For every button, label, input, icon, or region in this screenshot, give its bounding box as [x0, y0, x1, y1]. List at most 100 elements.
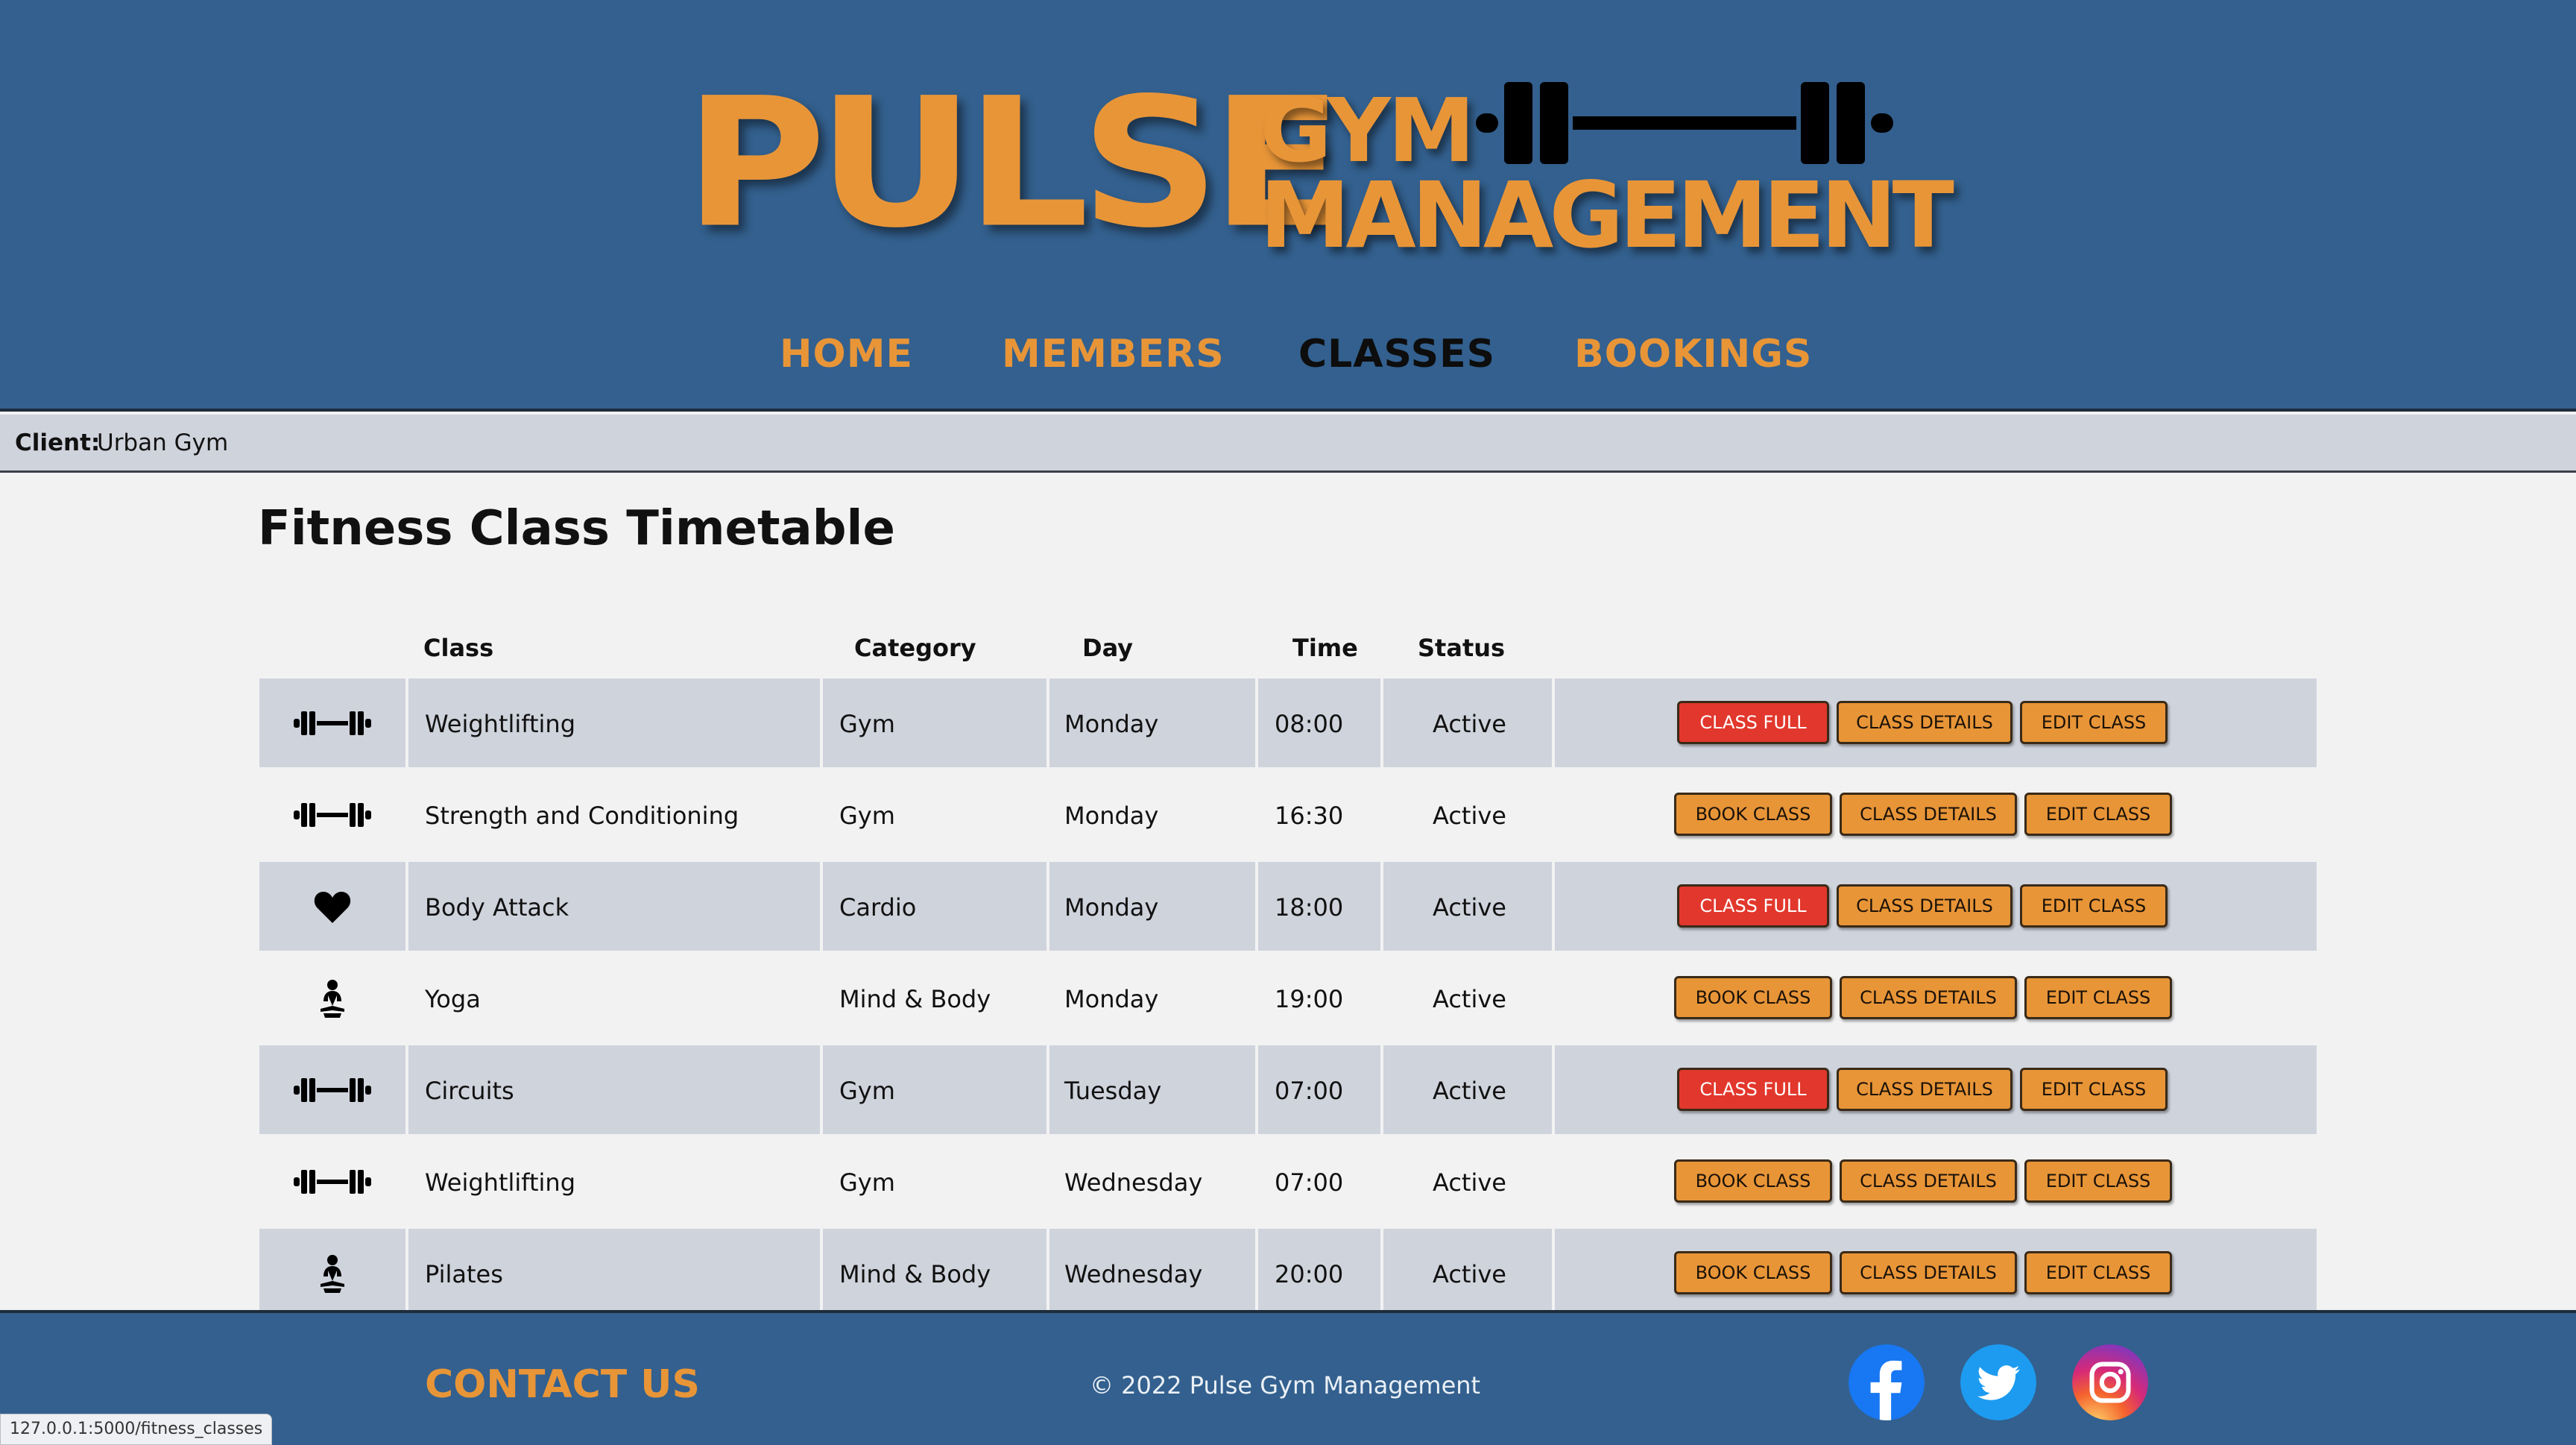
class-name: Circuits — [425, 1077, 514, 1105]
class-details-button[interactable]: CLASS DETAILS — [1837, 884, 2012, 928]
class-timetable: Class Category Day Time Status Weightlif… — [259, 619, 2317, 1320]
row-day-cell: Monday — [1049, 770, 1255, 859]
edit-class-button[interactable]: EDIT CLASS — [2024, 1159, 2172, 1203]
row-day-cell: Monday — [1049, 954, 1255, 1042]
class-category: Gym — [839, 1168, 895, 1197]
header-day: Day — [1082, 634, 1134, 662]
header-time: Time — [1292, 634, 1358, 662]
nav-members[interactable]: MEMBERS — [1002, 332, 1225, 377]
class-name: Body Attack — [425, 893, 569, 922]
edit-class-button[interactable]: EDIT CLASS — [2024, 1251, 2172, 1294]
edit-class-button[interactable]: EDIT CLASS — [2020, 1068, 2168, 1111]
pulse-gym-logo[interactable]: PULSE GYM MANAGEMENT — [671, 60, 1954, 276]
class-details-button[interactable]: CLASS DETAILS — [1840, 1251, 2017, 1294]
site-header: PULSE GYM MANAGEMENT HOME MEMBERS CLASSE… — [0, 0, 2576, 412]
facebook-icon[interactable] — [1849, 1344, 1925, 1420]
edit-class-button[interactable]: EDIT CLASS — [2024, 793, 2172, 836]
main-nav: HOME MEMBERS CLASSES BOOKINGS — [0, 332, 2576, 391]
row-category-cell: Cardio — [823, 862, 1046, 951]
page-title: Fitness Class Timetable — [258, 501, 895, 556]
class-details-button[interactable]: CLASS DETAILS — [1840, 976, 2017, 1019]
class-name: Pilates — [425, 1260, 503, 1288]
row-class-cell: Circuits — [408, 1045, 820, 1134]
row-icon-cell — [259, 954, 405, 1042]
book-class-button[interactable]: BOOK CLASS — [1674, 1251, 1832, 1294]
row-status-cell: Active — [1383, 1229, 1552, 1318]
book-class-button[interactable]: BOOK CLASS — [1674, 793, 1832, 836]
class-category: Gym — [839, 802, 895, 830]
class-category: Mind & Body — [839, 985, 991, 1013]
table-row: Circuits Gym Tuesday 07:00 Active CLASS … — [259, 1045, 2317, 1137]
twitter-icon[interactable] — [1960, 1344, 2036, 1420]
class-details-button[interactable]: CLASS DETAILS — [1840, 1159, 2017, 1203]
row-class-cell: Strength and Conditioning — [408, 770, 820, 859]
row-status-cell: Active — [1383, 862, 1552, 951]
class-details-button[interactable]: CLASS DETAILS — [1837, 1068, 2012, 1111]
table-row: Body Attack Cardio Monday 18:00 Active C… — [259, 862, 2317, 954]
class-status: Active — [1433, 893, 1506, 922]
class-day: Monday — [1064, 985, 1159, 1013]
logo-management-text: MANAGEMENT — [1260, 163, 1954, 268]
copyright-text: © 2022 Pulse Gym Management — [1090, 1371, 1481, 1400]
row-category-cell: Mind & Body — [823, 954, 1046, 1042]
row-class-cell: Weightlifting — [408, 1137, 820, 1226]
edit-class-button[interactable]: EDIT CLASS — [2024, 976, 2172, 1019]
class-day: Wednesday — [1064, 1260, 1203, 1288]
class-time: 16:30 — [1275, 802, 1344, 830]
class-full-button[interactable]: CLASS FULL — [1677, 884, 1829, 928]
table-header: Class Category Day Time Status — [259, 619, 2317, 679]
row-actions-cell: BOOK CLASS CLASS DETAILS EDIT CLASS — [1555, 770, 2317, 859]
class-details-button[interactable]: CLASS DETAILS — [1840, 793, 2017, 836]
nav-home[interactable]: HOME — [780, 332, 913, 377]
row-time-cell: 19:00 — [1258, 954, 1380, 1042]
class-category: Gym — [839, 710, 895, 738]
row-status-cell: Active — [1383, 954, 1552, 1042]
row-class-cell: Weightlifting — [408, 679, 820, 767]
contact-us-link[interactable]: CONTACT US — [425, 1362, 700, 1407]
row-status-cell: Active — [1383, 770, 1552, 859]
class-time: 07:00 — [1275, 1168, 1344, 1197]
book-class-button[interactable]: BOOK CLASS — [1674, 1159, 1832, 1203]
site-footer: CONTACT US © 2022 Pulse Gym Management — [0, 1310, 2576, 1445]
table-row: Yoga Mind & Body Monday 19:00 Active BOO… — [259, 954, 2317, 1045]
class-full-button[interactable]: CLASS FULL — [1677, 701, 1829, 744]
row-category-cell: Gym — [823, 770, 1046, 859]
logo-pulse-text: PULSE — [684, 60, 1343, 268]
row-time-cell: 16:30 — [1258, 770, 1380, 859]
class-status: Active — [1433, 802, 1506, 830]
status-bar-url: 127.0.0.1:5000/fitness_classes — [0, 1414, 273, 1445]
row-class-cell: Body Attack — [408, 862, 820, 951]
class-day: Tuesday — [1064, 1077, 1162, 1105]
class-time: 08:00 — [1275, 710, 1344, 738]
class-status: Active — [1433, 1260, 1506, 1288]
edit-class-button[interactable]: EDIT CLASS — [2020, 884, 2168, 928]
class-name: Weightlifting — [425, 1168, 575, 1197]
row-category-cell: Gym — [823, 679, 1046, 767]
logo-barbell-icon — [1476, 82, 1893, 164]
table-row: Weightlifting Gym Wednesday 07:00 Active… — [259, 1137, 2317, 1229]
class-status: Active — [1433, 1168, 1506, 1197]
row-icon-cell — [259, 1229, 405, 1318]
row-day-cell: Tuesday — [1049, 1045, 1255, 1134]
edit-class-button[interactable]: EDIT CLASS — [2020, 701, 2168, 744]
class-category: Gym — [839, 1077, 895, 1105]
row-actions-cell: CLASS FULL CLASS DETAILS EDIT CLASS — [1555, 1045, 2317, 1134]
header-status: Status — [1418, 634, 1506, 662]
class-day: Wednesday — [1064, 1168, 1203, 1197]
class-status: Active — [1433, 1077, 1506, 1105]
class-name: Strength and Conditioning — [425, 802, 739, 830]
row-actions-cell: BOOK CLASS CLASS DETAILS EDIT CLASS — [1555, 1229, 2317, 1318]
class-name: Yoga — [425, 985, 481, 1013]
instagram-icon[interactable] — [2072, 1344, 2148, 1420]
book-class-button[interactable]: BOOK CLASS — [1674, 976, 1832, 1019]
nav-bookings[interactable]: BOOKINGS — [1574, 332, 1812, 377]
class-day: Monday — [1064, 802, 1159, 830]
class-name: Weightlifting — [425, 710, 575, 738]
row-actions-cell: BOOK CLASS CLASS DETAILS EDIT CLASS — [1555, 954, 2317, 1042]
nav-classes[interactable]: CLASSES — [1298, 332, 1495, 377]
row-category-cell: Gym — [823, 1137, 1046, 1226]
class-full-button[interactable]: CLASS FULL — [1677, 1068, 1829, 1111]
class-time: 18:00 — [1275, 893, 1344, 922]
class-details-button[interactable]: CLASS DETAILS — [1837, 701, 2012, 744]
row-status-cell: Active — [1383, 679, 1552, 767]
